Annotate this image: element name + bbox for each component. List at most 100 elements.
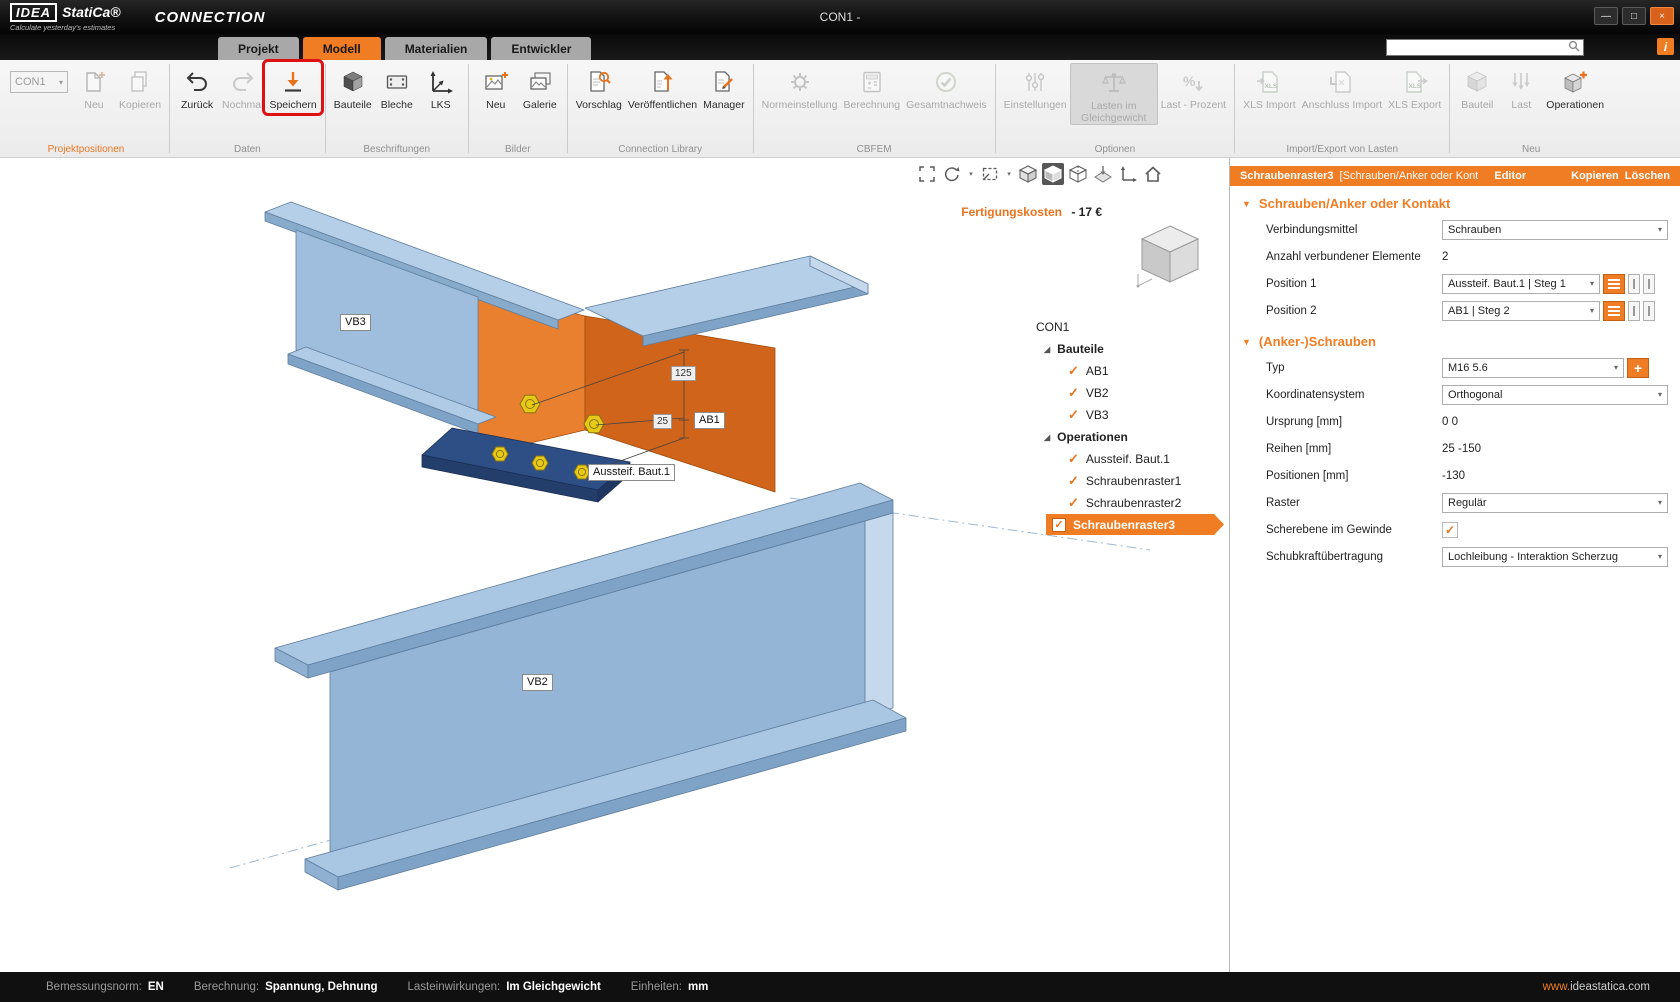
view-shaded-icon[interactable] xyxy=(1017,163,1039,185)
check-icon[interactable]: ✓ xyxy=(1068,495,1079,511)
new-picture-button[interactable]: Neu xyxy=(474,63,518,112)
tree-item-ab1[interactable]: ✓ AB1 xyxy=(1030,360,1229,382)
copy-operation-button[interactable]: Kopieren xyxy=(1571,170,1619,182)
rotate-view-icon[interactable] xyxy=(941,163,963,185)
schubkraft-dropdown[interactable]: Lochleibung - Interaktion Scherzug ▾ xyxy=(1442,547,1668,567)
status-units[interactable]: Einheiten: mm xyxy=(631,981,709,993)
ursprung-value[interactable]: 0 0 xyxy=(1442,416,1458,428)
position1-dropdown[interactable]: Aussteif. Baut.1 | Steg 1 ▾ xyxy=(1442,274,1600,294)
tree-item-schraubenraster3-selected[interactable]: ✓ Schraubenraster3 xyxy=(1046,514,1224,535)
work-plane-icon[interactable] xyxy=(1092,163,1114,185)
label-vb2[interactable]: VB2 xyxy=(522,674,553,691)
check-icon[interactable]: ✓ xyxy=(1068,407,1079,423)
loads-in-equilibrium-button[interactable]: Lasten im Gleichgewicht xyxy=(1070,63,1158,125)
label-vb3[interactable]: VB3 xyxy=(340,314,371,331)
position2-plate-list-button[interactable] xyxy=(1603,301,1625,321)
label-stiffener[interactable]: Aussteif. Baut.1 xyxy=(588,464,675,481)
tree-root-con1[interactable]: CON1 xyxy=(1030,316,1229,338)
undo-button[interactable]: Zurück xyxy=(175,63,219,112)
redo-button[interactable]: Nochmal xyxy=(219,63,266,112)
xls-export-button[interactable]: XLS XLS Export xyxy=(1385,63,1444,112)
beam-vb2[interactable] xyxy=(275,483,906,890)
close-button[interactable]: × xyxy=(1650,7,1674,25)
labels-members-button[interactable]: Bauteile xyxy=(331,63,375,112)
verbindungsmittel-dropdown[interactable]: Schrauben ▾ xyxy=(1442,220,1668,240)
delete-operation-button[interactable]: Löschen xyxy=(1625,170,1670,182)
check-icon[interactable]: ✓ xyxy=(1068,363,1079,379)
load-percent-button[interactable]: % Last - Prozent xyxy=(1158,63,1229,112)
section-anker-schrauben[interactable]: ▼ (Anker-)Schrauben xyxy=(1230,324,1680,354)
tab-modell[interactable]: Modell xyxy=(303,37,381,60)
overall-check-button[interactable]: Gesamtnachweis xyxy=(903,63,990,112)
new-project-item-button[interactable]: Neu xyxy=(72,63,116,112)
navigation-cube[interactable] xyxy=(1130,220,1210,297)
minimize-button[interactable]: — xyxy=(1594,7,1618,25)
info-badge[interactable]: i xyxy=(1657,38,1674,55)
tab-materialien[interactable]: Materialien xyxy=(385,37,488,60)
connection-import-button[interactable]: Anschluss Import xyxy=(1299,63,1386,112)
status-load-effects[interactable]: Lasteinwirkungen: Im Gleichgewicht xyxy=(408,981,601,993)
code-setup-button[interactable]: Normeinstellung xyxy=(759,63,841,112)
position2-detail-button[interactable] xyxy=(1628,301,1640,321)
section-schrauben-anker[interactable]: ▼ Schrauben/Anker oder Kontakt xyxy=(1230,186,1680,216)
labels-plates-button[interactable]: Bleche xyxy=(375,63,419,112)
fit-view-icon[interactable] xyxy=(916,163,938,185)
manager-button[interactable]: Manager xyxy=(700,63,747,112)
gallery-button[interactable]: Galerie xyxy=(518,63,562,112)
xls-import-button[interactable]: XLS XLS Import xyxy=(1240,63,1299,112)
positionen-value[interactable]: -130 xyxy=(1442,470,1465,482)
anzahl-value[interactable]: 2 xyxy=(1442,251,1448,263)
position2-extra-button[interactable] xyxy=(1643,301,1655,321)
chevron-down-icon[interactable]: ▾ xyxy=(966,163,976,185)
position1-plate-list-button[interactable] xyxy=(1603,274,1625,294)
search-box[interactable] xyxy=(1386,39,1584,56)
add-bolt-type-button[interactable]: + xyxy=(1627,358,1649,378)
calculate-button[interactable]: Berechnung xyxy=(840,63,903,112)
new-load-button[interactable]: Last xyxy=(1499,63,1543,112)
chevron-down-icon[interactable]: ▾ xyxy=(1004,163,1014,185)
label-ab1[interactable]: AB1 xyxy=(694,412,725,429)
3d-connection-model[interactable] xyxy=(0,158,1229,972)
reihen-value[interactable]: 25 -150 xyxy=(1442,443,1481,455)
view-solid-icon[interactable] xyxy=(1042,163,1064,185)
maximize-button[interactable]: □ xyxy=(1622,7,1646,25)
position1-extra-button[interactable] xyxy=(1643,274,1655,294)
tree-item-schraubenraster1[interactable]: ✓ Schraubenraster1 xyxy=(1030,470,1229,492)
scherebene-checkbox-checked[interactable]: ✓ xyxy=(1442,522,1458,538)
propose-button[interactable]: Vorschlag xyxy=(573,63,625,112)
position1-detail-button[interactable] xyxy=(1628,274,1640,294)
checkbox-checked-icon[interactable]: ✓ xyxy=(1052,518,1066,532)
position2-dropdown[interactable]: AB1 | Steg 2 ▾ xyxy=(1442,301,1600,321)
check-icon[interactable]: ✓ xyxy=(1068,451,1079,467)
tree-item-aussteif-baut1[interactable]: ✓ Aussteif. Baut.1 xyxy=(1030,448,1229,470)
new-member-button[interactable]: Bauteil xyxy=(1455,63,1499,112)
tree-group-bauteile[interactable]: ◢ Bauteile xyxy=(1030,338,1229,360)
tree-group-operationen[interactable]: ◢ Operationen xyxy=(1030,426,1229,448)
copy-project-item-button[interactable]: Kopieren xyxy=(116,63,164,112)
bolt-type-dropdown[interactable]: M16 5.6 ▾ xyxy=(1442,358,1624,378)
3d-viewport[interactable]: ▾ ▾ Fertigungskosten - 17 € VB3 AB1 Auss… xyxy=(0,158,1229,972)
editor-button[interactable]: Editor xyxy=(1494,170,1526,182)
status-analysis-type[interactable]: Berechnung: Spannung, Dehnung xyxy=(194,981,378,993)
project-position-combo[interactable]: CON1 ▾ xyxy=(10,71,68,93)
status-design-code[interactable]: Bemessungsnorm: EN xyxy=(46,981,164,993)
tab-entwickler[interactable]: Entwickler xyxy=(491,37,591,60)
tree-item-vb2[interactable]: ✓ VB2 xyxy=(1030,382,1229,404)
tab-projekt[interactable]: Projekt xyxy=(218,37,299,60)
new-operation-button[interactable]: Operationen xyxy=(1543,63,1607,112)
home-view-icon[interactable] xyxy=(1142,163,1164,185)
save-button[interactable]: Speichern xyxy=(266,63,319,112)
view-wireframe-icon[interactable] xyxy=(1067,163,1089,185)
settings-button[interactable]: Einstellungen xyxy=(1001,63,1070,112)
website-link[interactable]: www.ideastatica.com xyxy=(1543,981,1650,993)
search-input[interactable] xyxy=(1387,42,1568,54)
check-icon[interactable]: ✓ xyxy=(1068,473,1079,489)
tree-item-schraubenraster2[interactable]: ✓ Schraubenraster2 xyxy=(1030,492,1229,514)
koordinatensystem-dropdown[interactable]: Orthogonal ▾ xyxy=(1442,385,1668,405)
raster-dropdown[interactable]: Regulär ▾ xyxy=(1442,493,1668,513)
labels-lcs-button[interactable]: LKS xyxy=(419,63,463,112)
lcs-toggle-icon[interactable] xyxy=(1117,163,1139,185)
tree-item-vb3[interactable]: ✓ VB3 xyxy=(1030,404,1229,426)
publish-button[interactable]: Veröffentlichen xyxy=(625,63,700,112)
check-icon[interactable]: ✓ xyxy=(1068,385,1079,401)
